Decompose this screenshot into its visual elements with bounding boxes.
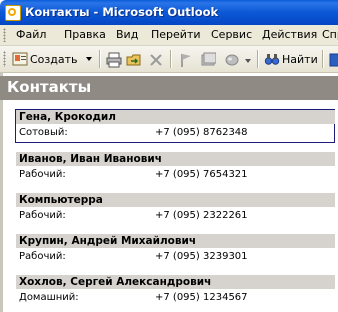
- find-button[interactable]: Найти: [263, 50, 319, 68]
- contact-phone-row: Домашний: +7 (095) 1234567: [16, 291, 335, 305]
- find-button-label: Найти: [282, 53, 318, 66]
- menu-view[interactable]: Вид: [116, 28, 138, 41]
- contact-name[interactable]: Крупин, Андрей Михайлович: [16, 234, 335, 248]
- contact-card[interactable]: Гена, Крокодил Сотовый: +7 (095) 8762348: [15, 109, 335, 143]
- contact-name[interactable]: Хохлов, Сергей Александрович: [16, 275, 335, 289]
- phone-type-label: Сотовый:: [19, 127, 68, 138]
- contact-phone-row: Рабочий: +7 (095) 3239301: [16, 250, 335, 264]
- contact-card[interactable]: Крупин, Андрей Михайлович Рабочий: +7 (0…: [16, 234, 335, 266]
- contact-phone-row: Рабочий: +7 (095) 7654321: [16, 168, 335, 182]
- contact-phone-row: Сотовый: +7 (095) 8762348: [16, 126, 335, 140]
- find-binoculars-icon: [264, 54, 280, 65]
- phone-number: +7 (095) 7654321: [155, 169, 248, 180]
- title-bar: Контакты - Microsoft Outlook: [0, 0, 338, 25]
- folder-banner: Контакты: [0, 76, 338, 100]
- window-title: Контакты - Microsoft Outlook: [25, 5, 219, 19]
- contact-phone-row: Рабочий: +7 (095) 2322261: [16, 209, 335, 223]
- phone-type-label: Рабочий:: [19, 210, 66, 221]
- contact-name[interactable]: Компьютерра: [16, 193, 335, 207]
- print-icon[interactable]: [106, 52, 122, 68]
- phone-type-label: Рабочий:: [19, 169, 66, 180]
- menu-edit[interactable]: Правка: [64, 28, 106, 41]
- phone-number: +7 (095) 3239301: [155, 251, 248, 262]
- follow-up-flag-icon[interactable]: [178, 52, 194, 68]
- contact-card[interactable]: Хохлов, Сергей Александрович Домашний: +…: [16, 275, 335, 307]
- menu-tools[interactable]: Сервис: [211, 28, 252, 41]
- new-dropdown-arrow-icon[interactable]: [86, 57, 92, 61]
- menu-go[interactable]: Перейти: [151, 28, 201, 41]
- address-book-icon[interactable]: [200, 52, 216, 68]
- phone-number: +7 (095) 1234567: [155, 292, 248, 303]
- folder-title: Контакты: [7, 78, 92, 96]
- phone-number: +7 (095) 8762348: [155, 127, 248, 138]
- phone-type-label: Домашний:: [19, 292, 79, 303]
- contact-card-icon: [12, 52, 28, 66]
- new-button-label: Создать: [30, 53, 78, 66]
- menu-grip-handle[interactable]: [3, 28, 6, 42]
- contact-name[interactable]: Иванов, Иван Иванович: [16, 152, 335, 166]
- menu-actions[interactable]: Действия: [262, 28, 317, 41]
- address-book-open-icon[interactable]: [329, 52, 338, 68]
- menu-file[interactable]: Файл: [16, 28, 46, 41]
- contact-card[interactable]: Компьютерра Рабочий: +7 (095) 2322261: [16, 193, 335, 225]
- outlook-app-icon[interactable]: [5, 5, 21, 21]
- menu-bar: Файл Правка Вид Перейти Сервис Действия …: [0, 25, 338, 46]
- categories-icon[interactable]: [224, 52, 240, 68]
- move-to-folder-icon[interactable]: [126, 52, 142, 68]
- contact-card[interactable]: Иванов, Иван Иванович Рабочий: +7 (095) …: [16, 152, 335, 184]
- contact-name[interactable]: Гена, Крокодил: [16, 110, 335, 124]
- delete-icon[interactable]: [148, 52, 164, 68]
- phone-number: +7 (095) 2322261: [155, 210, 248, 221]
- phone-type-label: Рабочий:: [19, 251, 66, 262]
- toolbar-grip-handle[interactable]: [3, 51, 6, 67]
- categories-dropdown-arrow-icon[interactable]: [245, 59, 251, 63]
- menu-help[interactable]: Спр: [322, 28, 338, 41]
- standard-toolbar: Создать Найти: [0, 46, 338, 73]
- navigation-pane-edge: [0, 72, 3, 312]
